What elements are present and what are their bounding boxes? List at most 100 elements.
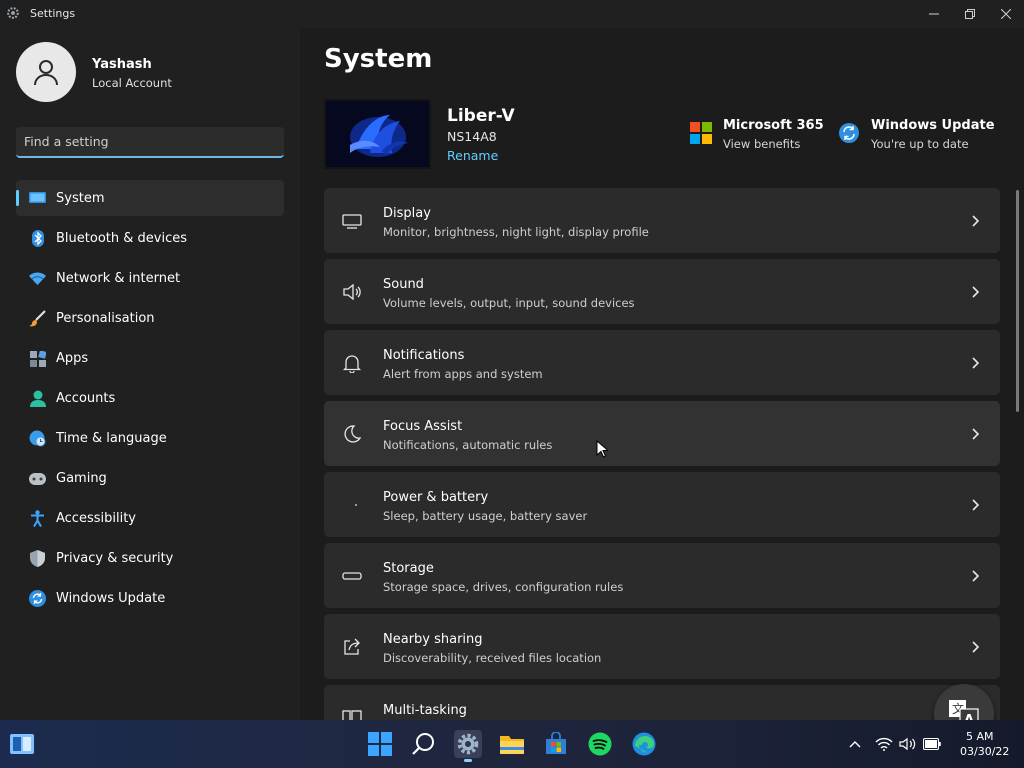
person-icon <box>29 390 46 407</box>
promo-subtitle: You're up to date <box>871 137 969 151</box>
settings-card-focus-assist[interactable]: Focus Assist Notifications, automatic ru… <box>324 401 1000 466</box>
sidebar-item-system[interactable]: System <box>16 180 284 216</box>
window-title: Settings <box>30 7 76 20</box>
volume-icon <box>899 737 916 751</box>
sidebar-item-accessibility[interactable]: Accessibility <box>16 500 284 536</box>
settings-card-multitasking[interactable]: Multi-tasking <box>324 685 1000 724</box>
sidebar-item-windows-update[interactable]: Windows Update <box>16 580 284 616</box>
gear-icon <box>7 7 19 19</box>
chevron-right-icon <box>972 499 980 511</box>
sidebar-item-label: Accessibility <box>56 510 136 526</box>
sidebar-item-privacy-security[interactable]: Privacy & security <box>16 540 284 576</box>
power-icon <box>355 504 357 506</box>
account-type: Local Account <box>92 76 172 90</box>
taskbar-search[interactable] <box>410 730 438 758</box>
sidebar-item-label: System <box>56 190 105 206</box>
device-name: Liber-V <box>447 106 515 126</box>
card-title: Display <box>383 206 431 221</box>
card-subtitle: Alert from apps and system <box>383 367 543 381</box>
chevron-right-icon <box>972 357 980 369</box>
clock-time[interactable]: 5 AM <box>966 730 994 743</box>
update-icon <box>839 123 859 143</box>
edge-icon <box>632 732 656 756</box>
gamepad-icon <box>29 470 46 487</box>
microsoft-365-promo[interactable]: Microsoft 365 View benefits <box>690 118 824 158</box>
card-subtitle: Sleep, battery usage, battery saver <box>383 509 588 523</box>
taskbar-start[interactable] <box>366 730 394 758</box>
clock-date[interactable]: 03/30/22 <box>960 745 1009 758</box>
chevron-right-icon <box>972 641 980 653</box>
user-name: Yashash <box>92 57 152 72</box>
search-box <box>16 127 284 158</box>
sidebar-item-network[interactable]: Network & internet <box>16 260 284 296</box>
wallpaper-bloom-icon <box>326 101 429 167</box>
share-icon <box>344 638 360 655</box>
file-explorer-icon <box>500 736 524 754</box>
sidebar-item-label: Bluetooth & devices <box>56 230 187 246</box>
close-button[interactable] <box>988 0 1024 28</box>
promo-title: Microsoft 365 <box>723 118 824 133</box>
accessibility-icon <box>29 510 46 527</box>
card-title: Focus Assist <box>383 419 463 434</box>
rename-link[interactable]: Rename <box>447 148 498 163</box>
card-subtitle: Discoverability, received files location <box>383 651 602 665</box>
minimize-button[interactable] <box>916 0 952 28</box>
card-title: Sound <box>383 277 424 292</box>
taskbar <box>0 720 1024 768</box>
restore-button[interactable] <box>952 0 988 28</box>
settings-card-nearby-sharing[interactable]: Nearby sharing Discoverability, received… <box>324 614 1000 679</box>
microsoft-logo-icon <box>690 122 712 144</box>
speaker-icon <box>343 283 361 301</box>
tray-network[interactable] <box>874 734 894 754</box>
settings-card-power-battery[interactable]: Power & battery Sleep, battery usage, ba… <box>324 472 1000 537</box>
sidebar-item-label: Personalisation <box>56 310 155 326</box>
taskbar-store[interactable] <box>542 730 570 758</box>
settings-icon <box>457 733 479 755</box>
scrollbar[interactable] <box>1016 190 1019 412</box>
taskbar-edge[interactable] <box>630 730 658 758</box>
sidebar: Yashash Local Account System Bluetooth &… <box>0 28 300 720</box>
settings-card-storage[interactable]: Storage Storage space, drives, configura… <box>324 543 1000 608</box>
settings-card-display[interactable]: Display Monitor, brightness, night light… <box>324 188 1000 253</box>
sidebar-item-apps[interactable]: Apps <box>16 340 284 376</box>
sidebar-item-accounts[interactable]: Accounts <box>16 380 284 416</box>
device-wallpaper-thumbnail <box>324 99 431 169</box>
person-icon <box>34 60 58 86</box>
settings-card-notifications[interactable]: Notifications Alert from apps and system <box>324 330 1000 395</box>
sidebar-item-label: Privacy & security <box>56 550 174 566</box>
chevron-right-icon <box>972 286 980 298</box>
search-input[interactable] <box>16 127 284 156</box>
sidebar-item-personalisation[interactable]: Personalisation <box>16 300 284 336</box>
sidebar-item-time-language[interactable]: Time & language <box>16 420 284 456</box>
globe-clock-icon <box>29 430 46 447</box>
bell-icon <box>342 355 362 373</box>
sidebar-item-label: Network & internet <box>56 270 181 286</box>
store-icon <box>546 732 566 754</box>
sidebar-item-label: Accounts <box>56 390 116 406</box>
shield-icon <box>29 550 46 567</box>
minimize-icon <box>929 13 939 15</box>
tray-volume[interactable] <box>898 734 918 754</box>
sidebar-item-bluetooth[interactable]: Bluetooth & devices <box>16 220 284 256</box>
widgets-icon <box>10 734 34 754</box>
update-icon <box>29 590 46 607</box>
taskbar-settings[interactable] <box>454 730 482 762</box>
spotify-icon <box>588 732 612 756</box>
settings-card-sound[interactable]: Sound Volume levels, output, input, soun… <box>324 259 1000 324</box>
taskbar-file-explorer[interactable] <box>498 730 526 758</box>
taskbar-spotify[interactable] <box>586 730 614 758</box>
tray-overflow[interactable] <box>848 734 862 754</box>
moon-icon <box>344 425 362 443</box>
promo-subtitle: View benefits <box>723 137 801 151</box>
tray-battery[interactable] <box>922 734 942 754</box>
wifi-icon <box>875 737 893 751</box>
brush-icon <box>29 310 46 327</box>
card-title: Storage <box>383 561 434 576</box>
card-title: Multi-tasking <box>383 703 467 718</box>
restore-icon <box>965 9 975 19</box>
windows-update-promo[interactable]: Windows Update You're up to date <box>838 118 995 158</box>
card-title: Power & battery <box>383 490 489 505</box>
taskbar-widgets[interactable] <box>8 730 36 758</box>
avatar[interactable] <box>16 42 76 102</box>
sidebar-item-gaming[interactable]: Gaming <box>16 460 284 496</box>
